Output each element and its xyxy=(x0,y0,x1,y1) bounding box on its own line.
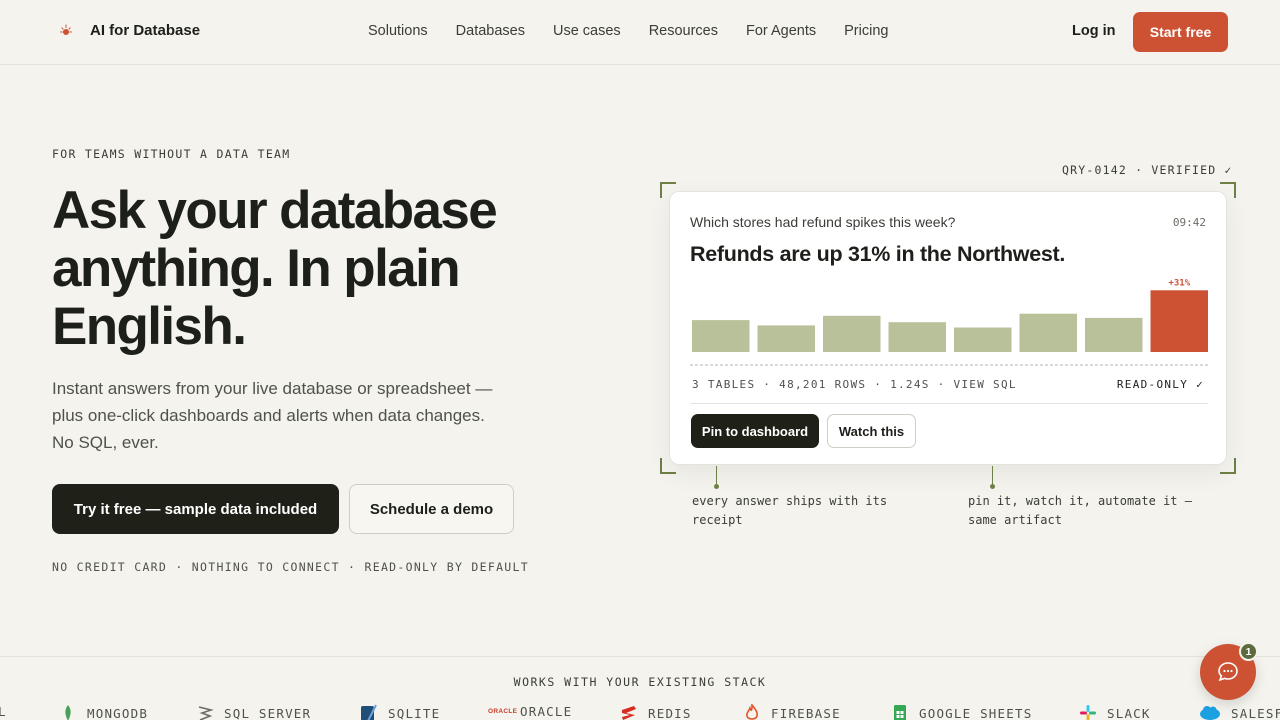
mongodb-icon xyxy=(65,705,71,720)
watch-this-button[interactable]: Watch this xyxy=(827,414,916,448)
sqlite-icon xyxy=(361,704,377,720)
stack-label: SQLITE xyxy=(388,705,441,720)
nav-for-agents[interactable]: For Agents xyxy=(746,23,816,39)
hero-fineprint: NO CREDIT CARD · NOTHING TO CONNECT · RE… xyxy=(52,560,529,574)
headline-line-3: English. xyxy=(52,297,247,356)
answer-card: Which stores had refund spikes this week… xyxy=(669,191,1227,465)
integrations-strip: WORKS WITH YOUR EXISTING STACK L MONGODB… xyxy=(0,656,1280,720)
hero-subcopy: Instant answers from your live database … xyxy=(52,379,493,452)
refund-bar-chart: +31% xyxy=(690,278,1208,366)
integrations-logo-row: L MONGODB SQL SERVER SQLITE ORACLE ORACL… xyxy=(0,704,1280,720)
headline-line-2: anything. In plain xyxy=(52,239,461,298)
chart-highlight-label: +31% xyxy=(1168,278,1190,288)
nav-solutions[interactable]: Solutions xyxy=(368,23,428,39)
chart-bar xyxy=(1085,317,1143,352)
integrations-title: WORKS WITH YOUR EXISTING STACK xyxy=(513,675,767,689)
stack-item-cut-left: L xyxy=(0,704,7,719)
site-header: AI for Database Solutions Databases Use … xyxy=(0,0,1280,65)
hero-headline: Ask your database anything. In plain Eng… xyxy=(52,182,612,356)
annotation-left: every answer ships with its receipt xyxy=(692,492,887,530)
google-sheets-icon xyxy=(894,705,906,720)
pin-to-dashboard-button[interactable]: Pin to dashboard xyxy=(691,414,819,448)
stack-item-salesforce: SALESF xyxy=(1199,704,1280,720)
nav-pricing[interactable]: Pricing xyxy=(844,23,888,39)
stack-item-google-sheets: GOOGLE SHEETS xyxy=(891,704,1032,720)
stack-item-sql-server: SQL SERVER xyxy=(196,704,311,720)
stack-label: ORACLE xyxy=(520,704,573,719)
annotation-right: pin it, watch it, automate it — same art… xyxy=(968,492,1192,530)
stack-item-mongodb: MONGODB xyxy=(59,704,148,720)
stack-item-slack: SLACK xyxy=(1079,704,1151,720)
start-free-button[interactable]: Start free xyxy=(1133,12,1228,52)
card-divider xyxy=(690,403,1208,404)
stack-label: SLACK xyxy=(1107,705,1151,720)
slack-icon xyxy=(1080,705,1096,720)
annotation-right-line-2: same artifact xyxy=(968,513,1062,527)
readonly-badge: READ-ONLY ✓ xyxy=(1116,378,1204,391)
stack-label: SALESF xyxy=(1231,705,1280,720)
sun-logo-icon xyxy=(60,24,72,35)
stack-label: L xyxy=(0,704,7,719)
annotation-right-line-1: pin it, watch it, automate it — xyxy=(968,494,1192,508)
stack-label: SQL SERVER xyxy=(224,705,312,720)
nav-resources[interactable]: Resources xyxy=(649,23,718,39)
stack-item-sqlite: SQLITE xyxy=(360,704,440,720)
salesforce-icon xyxy=(1200,706,1220,720)
chat-bubble-icon xyxy=(1218,662,1238,682)
card-meta[interactable]: 3 TABLES · 48,201 ROWS · 1.24S · VIEW SQ… xyxy=(692,378,1017,391)
annotation-left-line-2: receipt xyxy=(692,513,743,527)
stack-item-oracle: ORACLE ORACLE xyxy=(488,704,572,719)
card-answer: Refunds are up 31% in the Northwest. xyxy=(690,242,1066,266)
oracle-icon: ORACLE xyxy=(488,708,518,715)
headline-line-1: Ask your database xyxy=(52,181,498,240)
chart-bar xyxy=(757,325,815,352)
annotation-pointer-left xyxy=(716,466,717,486)
redis-icon xyxy=(622,706,636,720)
chart-bar xyxy=(1019,313,1077,352)
stack-item-firebase: FIREBASE xyxy=(743,704,841,720)
login-link[interactable]: Log in xyxy=(1072,23,1116,39)
chart-bar xyxy=(692,320,750,352)
nav-databases[interactable]: Databases xyxy=(456,23,525,39)
chat-notification-badge: 1 xyxy=(1239,642,1258,661)
chart-bar xyxy=(888,322,946,352)
chart-bar xyxy=(823,315,881,352)
hero-eyebrow: FOR TEAMS WITHOUT A DATA TEAM xyxy=(52,147,291,161)
card-timestamp: 09:42 xyxy=(1172,216,1206,229)
sql-server-icon xyxy=(198,706,214,720)
try-free-button[interactable]: Try it free — sample data included xyxy=(52,484,339,534)
stack-label: MONGODB xyxy=(87,705,149,720)
annotation-pointer-right xyxy=(992,466,993,486)
schedule-demo-button[interactable]: Schedule a demo xyxy=(349,484,514,534)
brand-name: AI for Database xyxy=(90,22,201,39)
annotation-dot-right xyxy=(990,484,995,489)
card-question: Which stores had refund spikes this week… xyxy=(690,214,956,230)
stack-item-redis: REDIS xyxy=(620,704,692,720)
stack-label: FIREBASE xyxy=(771,705,841,720)
nav-use-cases[interactable]: Use cases xyxy=(553,23,621,39)
stack-label: REDIS xyxy=(648,705,692,720)
chart-bar xyxy=(954,327,1012,352)
query-id-label: QRY-0142 · VERIFIED ✓ xyxy=(1062,163,1233,177)
annotation-left-line-1: every answer ships with its xyxy=(692,494,888,508)
main-nav: Solutions Databases Use cases Resources … xyxy=(368,23,888,39)
stack-label: GOOGLE SHEETS xyxy=(919,705,1033,720)
chart-bar-highlight xyxy=(1150,290,1208,352)
brand-logo[interactable]: AI for Database xyxy=(58,22,200,39)
annotation-dot-left xyxy=(714,484,719,489)
firebase-icon xyxy=(746,704,758,720)
